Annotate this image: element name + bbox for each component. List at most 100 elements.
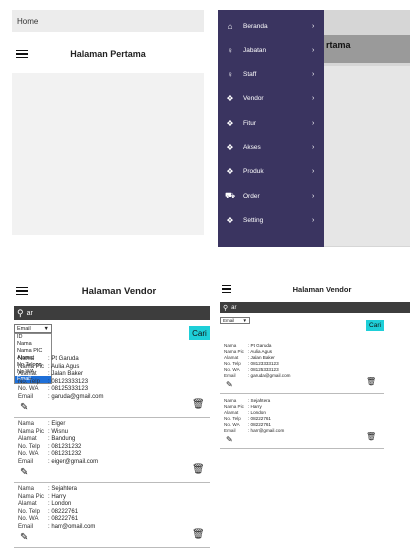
field-label: No. WA <box>18 386 39 392</box>
field-value: : Sejahtera <box>48 486 78 492</box>
edit-pencil-icon[interactable]: ✎ <box>20 467 28 478</box>
drawer-item-label: Beranda <box>243 22 268 30</box>
vendor-field-wa: No. WA: 08125333123 <box>18 386 103 394</box>
chevron-down-icon: ▼ <box>242 318 247 323</box>
field-label: Nama <box>18 486 35 492</box>
filter-selected-value: Email <box>223 318 235 323</box>
drawer-item-label: Fitur <box>243 119 256 127</box>
field-label: Alamat <box>18 436 37 442</box>
field-value: : Eiger <box>48 421 66 427</box>
vendor-field-telp: No. Telp : 08222761 <box>18 509 95 517</box>
delete-trash-icon[interactable]: 🗑 <box>192 529 205 540</box>
cari-button[interactable]: Cari <box>189 326 210 340</box>
field-value: : garuda@gmail.com <box>48 393 104 400</box>
vendor-header: Halaman Vendor <box>218 282 413 296</box>
field-label: No. Telp <box>18 378 40 385</box>
cart-icon: ⛟ <box>224 191 236 201</box>
dropbox-icon: ❖ <box>226 118 234 128</box>
field-value: : harr@omail.com <box>48 523 96 530</box>
vendor-field-pic: Nama Pic: Harry <box>18 494 95 502</box>
field-value: : Harry <box>48 493 66 500</box>
delete-trash-icon[interactable]: 🗑 <box>366 377 376 386</box>
divider <box>220 393 384 394</box>
chevron-right-icon: › <box>312 46 315 54</box>
drawer-item-1[interactable]: ♀ Jabatan › <box>218 39 324 61</box>
drawer-item-5[interactable]: ❖ Akses › <box>218 137 324 159</box>
drawer-screen: rtama ⌂ Beranda › ♀ Jabatan › ♀ Staff › ❖ Vendor › ❖… <box>218 10 410 247</box>
search-bar[interactable]: ⚲ ar <box>14 306 210 320</box>
filter-option[interactable]: ID <box>15 334 51 341</box>
field-label: Email <box>18 458 34 465</box>
vendor-field-email: Email : eiger@gmail.com <box>18 459 98 467</box>
chevron-right-icon: › <box>312 22 315 30</box>
divider <box>220 448 384 449</box>
divider <box>14 482 210 483</box>
field-label: Nama <box>18 421 35 427</box>
vendor-field-nama: Nama : Eiger <box>18 421 98 429</box>
delete-trash-icon[interactable]: 🗑 <box>192 464 205 475</box>
vendor-field-pic: Nama Pic: Wisnu <box>18 429 98 437</box>
filter-select[interactable]: Email ▼ <box>220 317 250 324</box>
search-input[interactable]: ar <box>231 305 236 311</box>
edit-pencil-icon[interactable]: ✎ <box>226 435 233 444</box>
drawer-item-2[interactable]: ♀ Staff › <box>218 64 324 86</box>
drawer-item-7[interactable]: ⛟ Order › <box>218 185 324 207</box>
delete-trash-icon[interactable]: 🗑 <box>366 432 376 441</box>
scrim-body[interactable] <box>323 66 410 246</box>
chevron-right-icon: › <box>312 119 315 127</box>
field-value: : Aulia Agus <box>48 363 80 370</box>
edit-pencil-icon[interactable]: ✎ <box>20 402 28 413</box>
home-label: Home <box>17 17 39 26</box>
user-icon: ♀ <box>227 45 233 55</box>
field-label: No. WA <box>18 451 39 457</box>
filter-select[interactable]: Email ▼ <box>14 324 52 333</box>
search-icon: ⚲ <box>223 304 229 312</box>
page-title: Halaman Pertama <box>70 49 146 59</box>
search-input[interactable]: ar <box>27 310 33 317</box>
drawer-item-0[interactable]: ⌂ Beranda › <box>218 15 324 37</box>
edit-pencil-icon[interactable]: ✎ <box>226 380 233 389</box>
vendor-field-nama: Nama: Pt Garuda <box>18 356 103 364</box>
drawer-item-6[interactable]: ❖ Produk › <box>218 161 324 183</box>
chevron-right-icon: › <box>312 168 315 176</box>
vendor-card: Nama: Sejahtera Nama Pic: Harry Alamat: Lo… <box>224 398 284 434</box>
vendor-field-telp: No. Telp: 08123333123 <box>18 379 103 387</box>
field-value: : eiger@gmail.com <box>48 458 99 465</box>
vendor-field-email: Email: harr@gmail.com <box>224 428 284 434</box>
hamburger-menu-icon[interactable] <box>222 284 231 294</box>
vendor-card: Nama : Eiger Nama Pic: Wisnu Alamat: Bandun… <box>18 421 98 466</box>
behind-title: rtama <box>326 40 351 50</box>
field-value: : garuda@gmail.com <box>248 373 291 378</box>
filter-option[interactable]: Nama <box>15 341 51 348</box>
edit-pencil-icon[interactable]: ✎ <box>20 532 28 543</box>
vendor-field-email: Email: garuda@gmail.com <box>224 373 290 379</box>
cari-button[interactable]: Cari <box>366 320 384 331</box>
field-value: : Pt Garuda <box>48 356 79 362</box>
field-label: Nama Pic <box>18 428 45 435</box>
dropbox-icon: ❖ <box>226 143 234 152</box>
vendor-field-alamat: Alamat: Bandung <box>18 436 98 444</box>
field-label: Alamat <box>18 371 37 377</box>
field-label: No. Telp <box>18 508 40 515</box>
divider <box>14 417 210 418</box>
vendor-field-wa: No. WA: 08222761 <box>18 516 95 524</box>
field-label: Email <box>18 393 34 400</box>
user-icon: ♀ <box>227 70 233 80</box>
chevron-right-icon: › <box>312 144 315 151</box>
delete-trash-icon[interactable]: 🗑 <box>192 399 205 410</box>
drawer-item-4[interactable]: ❖ Fitur › <box>218 112 324 134</box>
field-label: Nama Pic <box>18 493 45 500</box>
vendor-field-pic: Nama Pic: Aulia Agus <box>18 364 103 372</box>
field-label: Alamat <box>18 501 37 507</box>
field-value: : 08222761 <box>48 508 79 515</box>
drawer-item-8[interactable]: ❖ Setting › <box>218 209 324 231</box>
vendor-field-alamat: Alamat: London <box>18 501 95 509</box>
filter-option[interactable]: Nama PIC <box>15 348 51 355</box>
drawer-item-3[interactable]: ❖ Vendor › <box>218 88 324 110</box>
search-bar[interactable]: ⚲ ar <box>220 302 410 313</box>
hamburger-menu-icon[interactable] <box>16 49 28 59</box>
dropbox-icon: ❖ <box>226 167 234 177</box>
home-body <box>12 73 204 235</box>
navigation-drawer: ⌂ Beranda › ♀ Jabatan › ♀ Staff › ❖ Vendor › ❖ Fitur ›… <box>218 10 324 247</box>
hamburger-menu-icon[interactable] <box>16 286 28 296</box>
